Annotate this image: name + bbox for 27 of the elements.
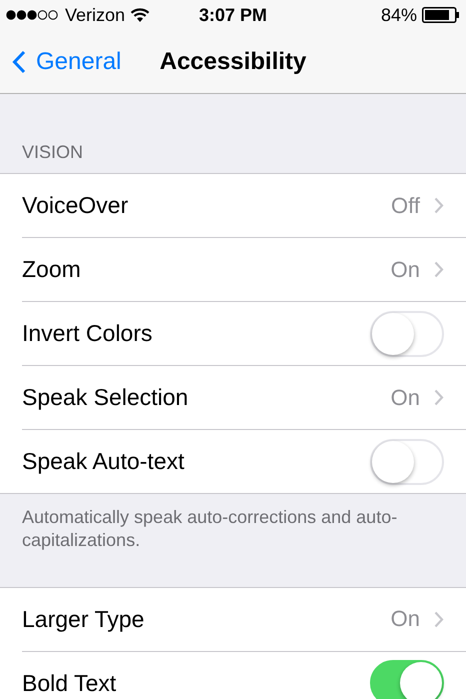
setting-label: Speak Auto-text [22,448,186,475]
setting-value: On [390,256,420,282]
clock-time: 3:07 PM [198,4,268,26]
setting-value: On [390,606,420,632]
chevron-right-icon[interactable] [434,197,444,214]
chevron-right-icon[interactable] [434,610,444,628]
page-title: Accessibility [158,48,308,76]
battery-percent: 84% [380,4,417,26]
wifi-icon [130,8,150,22]
section-footer: Automatically speak auto-corrections and auto-capitalizations. [0,494,424,587]
chevron-right-icon[interactable] [434,389,444,406]
back-button[interactable]: General [0,48,122,76]
setting-label: Bold Text [22,670,118,697]
toggle-switch[interactable] [370,660,444,699]
signal-icon [6,10,58,20]
battery-icon [422,7,460,23]
chevron-left-icon [12,50,26,74]
setting-label: VoiceOver [22,192,130,219]
setting-label: Zoom [22,256,82,283]
setting-value: Off [391,192,420,218]
setting-label: Invert Colors [22,320,154,347]
setting-label: Larger Type [22,606,146,633]
setting-value: On [390,384,420,410]
carrier-name: Verizon [65,4,126,26]
section-header: VISION [21,141,84,164]
setting-label: Speak Selection [22,384,190,411]
chevron-right-icon[interactable] [434,261,444,278]
